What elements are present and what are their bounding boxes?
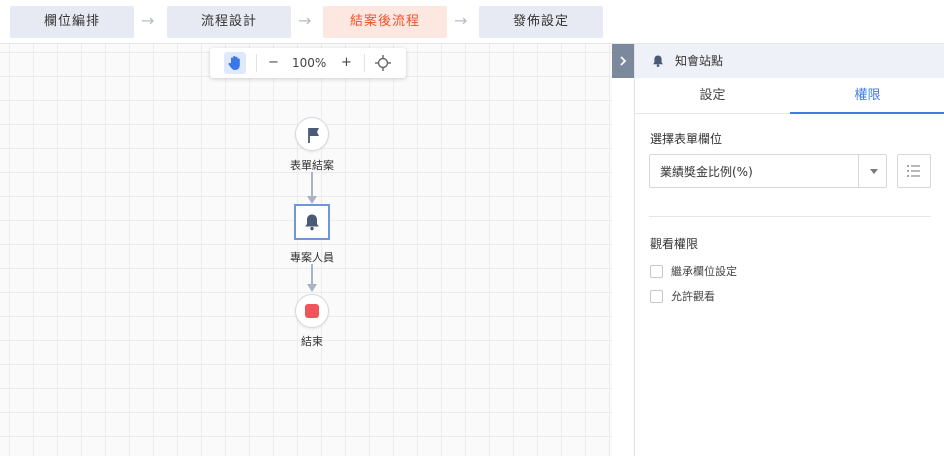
bell-icon bbox=[305, 214, 319, 231]
panel-header: 知會站點 bbox=[635, 44, 944, 78]
checkbox-label: 繼承欄位設定 bbox=[671, 265, 737, 278]
checkbox-label: 允許觀看 bbox=[671, 290, 715, 303]
flow-arrow-icon bbox=[307, 196, 317, 204]
step-post-close-flow[interactable]: 結案後流程 bbox=[323, 6, 447, 38]
canvas-toolbar: − 100% + bbox=[210, 48, 406, 78]
flow-arrow-icon bbox=[307, 284, 317, 292]
tab-permissions[interactable]: 權限 bbox=[790, 78, 944, 114]
steps-bar: 欄位編排 → 流程設計 → 結案後流程 → 發佈設定 bbox=[0, 0, 944, 44]
center-button[interactable] bbox=[374, 48, 396, 78]
start-node-label: 表單結案 bbox=[290, 159, 334, 172]
step-publish-settings[interactable]: 發佈設定 bbox=[479, 6, 603, 38]
form-field-select[interactable]: 業績獎金比例(%) bbox=[649, 154, 887, 188]
tab-settings[interactable]: 設定 bbox=[635, 78, 790, 114]
toolbar-separator bbox=[364, 54, 365, 72]
bell-icon bbox=[653, 55, 663, 67]
end-node[interactable] bbox=[295, 294, 329, 328]
section-divider bbox=[649, 216, 931, 217]
step-field-layout[interactable]: 欄位編排 bbox=[10, 6, 134, 38]
start-node[interactable] bbox=[295, 117, 329, 151]
notify-node[interactable] bbox=[294, 204, 330, 240]
flag-icon bbox=[308, 128, 319, 143]
step-arrow-icon: → bbox=[454, 11, 468, 30]
checkbox[interactable] bbox=[650, 265, 663, 278]
step-arrow-icon: → bbox=[298, 11, 312, 30]
hand-tool-button[interactable] bbox=[224, 52, 246, 74]
properties-panel: 知會站點 設定 權限 選擇表單欄位 業績獎金比例(%) 觀看權限 繼承欄位設定 … bbox=[634, 44, 944, 456]
collapse-panel-button[interactable] bbox=[612, 44, 634, 78]
flow-connector bbox=[311, 172, 313, 198]
step-arrow-icon: → bbox=[141, 11, 155, 30]
crosshair-icon bbox=[375, 55, 391, 71]
checkbox[interactable] bbox=[650, 290, 663, 303]
chevron-right-icon bbox=[620, 56, 627, 66]
zoom-level: 100% bbox=[292, 56, 327, 70]
active-tab-indicator bbox=[790, 112, 944, 114]
toolbar-separator bbox=[256, 54, 257, 72]
flow-connector bbox=[311, 264, 313, 286]
select-field-label: 選擇表單欄位 bbox=[650, 132, 723, 146]
stop-icon bbox=[305, 304, 319, 318]
end-node-label: 結束 bbox=[301, 335, 323, 348]
zoom-out-button[interactable]: − bbox=[268, 48, 279, 78]
select-value: 業績獎金比例(%) bbox=[660, 165, 753, 179]
list-icon bbox=[907, 165, 920, 177]
notify-node-label: 專案人員 bbox=[290, 251, 334, 264]
hand-icon bbox=[228, 55, 240, 70]
step-flow-design[interactable]: 流程設計 bbox=[167, 6, 291, 38]
caret-down-icon bbox=[870, 169, 878, 174]
field-list-button[interactable] bbox=[897, 154, 931, 188]
zoom-in-button[interactable]: + bbox=[341, 48, 352, 78]
view-permission-label: 觀看權限 bbox=[650, 237, 699, 251]
panel-title: 知會站點 bbox=[675, 54, 724, 68]
